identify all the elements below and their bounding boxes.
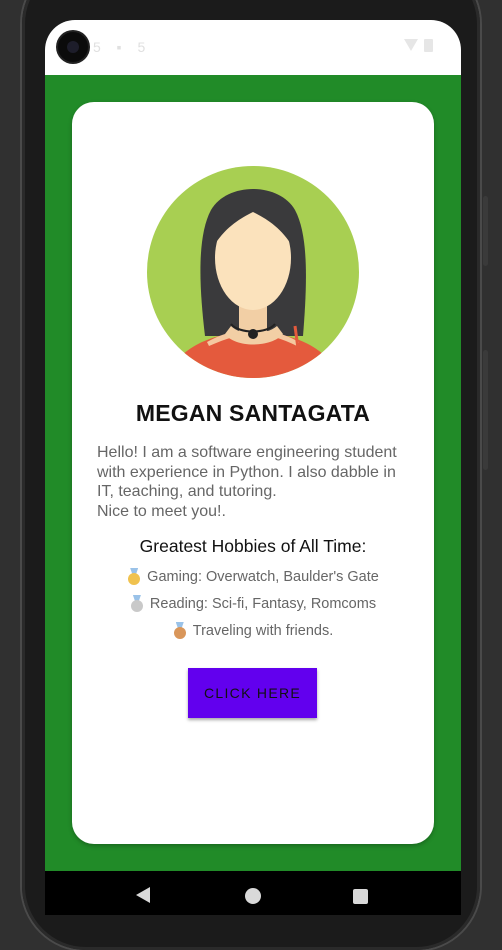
avatar bbox=[147, 166, 359, 378]
profile-bio: Hello! I am a software engineering stude… bbox=[97, 444, 397, 520]
hobbies-title: Greatest Hobbies of All Time: bbox=[139, 536, 367, 556]
status-bar: 5 ▪ 5 bbox=[45, 20, 461, 75]
home-icon[interactable] bbox=[245, 888, 261, 904]
hobby-item: Reading: Sci-fi, Fantasy, Romcoms bbox=[72, 595, 434, 613]
gold-medal-icon bbox=[127, 568, 141, 586]
battery-icon bbox=[424, 39, 433, 52]
click-here-button[interactable]: CLICK HERE bbox=[188, 668, 317, 718]
silver-medal-icon bbox=[130, 595, 144, 613]
bronze-medal-icon bbox=[173, 622, 187, 640]
profile-card: MEGAN SANTAGATA Hello! I am a software e… bbox=[72, 102, 434, 844]
hobby-text: Reading: Sci-fi, Fantasy, Romcoms bbox=[149, 596, 377, 612]
back-icon[interactable] bbox=[136, 887, 150, 903]
wifi-icon bbox=[404, 39, 418, 51]
volume-button bbox=[483, 196, 488, 266]
profile-name: MEGAN SANTAGATA bbox=[135, 400, 371, 426]
hobby-text: Traveling with friends. bbox=[192, 623, 334, 639]
device-screen: 5 ▪ 5 MEGAN SANTAGATA Hello! I am a soft… bbox=[45, 20, 461, 915]
recents-icon[interactable] bbox=[353, 889, 368, 904]
status-notifications: 5 ▪ 5 bbox=[93, 39, 152, 55]
navigation-bar bbox=[45, 871, 461, 915]
hobby-item: Gaming: Overwatch, Baulder's Gate bbox=[72, 568, 434, 586]
front-camera bbox=[58, 32, 88, 62]
hobby-item: Traveling with friends. bbox=[72, 622, 434, 640]
hobby-text: Gaming: Overwatch, Baulder's Gate bbox=[147, 569, 379, 585]
power-button bbox=[483, 350, 488, 470]
status-icons bbox=[404, 39, 433, 52]
app-background: MEGAN SANTAGATA Hello! I am a software e… bbox=[45, 75, 461, 871]
